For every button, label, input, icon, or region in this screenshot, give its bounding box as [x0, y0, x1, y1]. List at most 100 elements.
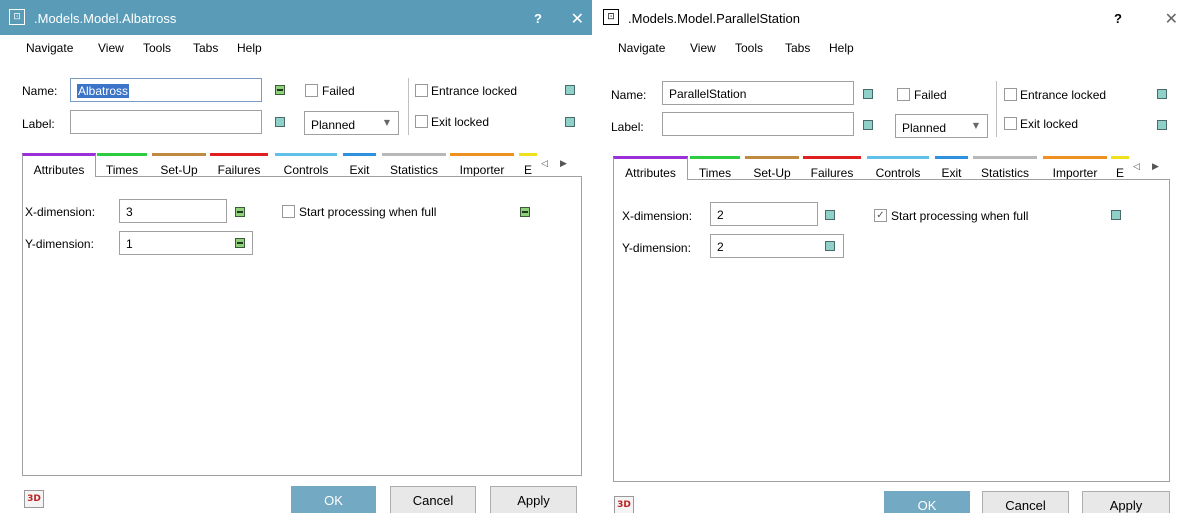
start-processing-indicator[interactable]: [520, 207, 530, 217]
tab-set-up[interactable]: Set-Up: [745, 156, 799, 180]
status-value: Planned: [902, 121, 947, 135]
label-input[interactable]: [662, 112, 854, 136]
menu-bar: Navigate View Tools Tabs Help: [594, 39, 1182, 57]
exit-locked-indicator[interactable]: [1157, 120, 1167, 130]
y-dimension-input[interactable]: 1: [119, 231, 253, 255]
exit-locked-label: Exit locked: [1020, 117, 1079, 131]
x-dimension-indicator[interactable]: [235, 207, 245, 217]
tab-attributes[interactable]: Attributes: [22, 153, 96, 177]
tab-strip: Attributes Times Set-Up Failures Control…: [22, 153, 582, 177]
tab-failures[interactable]: Failures: [803, 156, 861, 180]
tab-statistics[interactable]: Statistics: [973, 156, 1037, 180]
chevron-down-icon: ▼: [972, 121, 979, 130]
menu-view[interactable]: View: [690, 41, 716, 55]
dialog-parallelstation: ⊡ .Models.Model.ParallelStation ? ✕ Navi…: [594, 0, 1182, 513]
cancel-button[interactable]: Cancel: [982, 491, 1069, 513]
x-dimension-input[interactable]: 2: [710, 202, 818, 226]
label-inheritance-indicator[interactable]: [275, 117, 285, 127]
object-dialog-icon: ⊡: [603, 9, 619, 25]
dialog-albatross: ⊡ .Models.Model.Albatross ? ✕ Navigate V…: [0, 0, 592, 513]
y-dimension-input[interactable]: 2: [710, 234, 844, 258]
3d-button[interactable]: 3D: [614, 496, 634, 513]
chevron-down-icon: ▼: [383, 118, 390, 127]
tab-controls[interactable]: Controls: [867, 156, 929, 180]
close-icon[interactable]: ✕: [571, 9, 584, 28]
tab-times[interactable]: Times: [690, 156, 740, 180]
y-dimension-indicator[interactable]: [825, 241, 835, 251]
y-dimension-label: Y-dimension:: [25, 237, 94, 251]
menu-tabs[interactable]: Tabs: [785, 41, 810, 55]
entrance-locked-indicator[interactable]: [1157, 89, 1167, 99]
name-input[interactable]: Albatross: [70, 78, 262, 102]
exit-locked-checkbox[interactable]: [415, 115, 428, 128]
tab-exit[interactable]: Exit: [935, 156, 968, 180]
menu-help[interactable]: Help: [829, 41, 854, 55]
entrance-locked-checkbox[interactable]: [415, 84, 428, 97]
name-label: Name:: [611, 88, 647, 102]
help-button[interactable]: ?: [1114, 11, 1122, 26]
tab-failures[interactable]: Failures: [210, 153, 268, 177]
name-input[interactable]: ParallelStation: [662, 81, 854, 105]
attributes-panel: X-dimension: 3 Y-dimension: 1 Start proc…: [22, 176, 582, 476]
window-title: .Models.Model.Albatross: [34, 11, 177, 26]
label-label: Label:: [22, 117, 55, 131]
x-dimension-label: X-dimension:: [25, 205, 96, 219]
tab-exit[interactable]: Exit: [343, 153, 376, 177]
entrance-locked-label: Entrance locked: [1020, 88, 1107, 102]
tab-set-up[interactable]: Set-Up: [152, 153, 206, 177]
help-button[interactable]: ?: [534, 11, 542, 26]
x-dimension-indicator[interactable]: [825, 210, 835, 220]
menu-view[interactable]: View: [98, 41, 124, 55]
start-processing-checkbox[interactable]: ✓: [874, 209, 887, 222]
tab-scroll-right-icon[interactable]: ▶: [560, 159, 567, 169]
divider: [408, 78, 409, 135]
name-inheritance-indicator[interactable]: [275, 85, 285, 95]
tab-importer[interactable]: Importer: [1043, 156, 1107, 180]
apply-button[interactable]: Apply: [1082, 491, 1170, 513]
tab-attributes[interactable]: Attributes: [613, 156, 688, 180]
x-dimension-input[interactable]: 3: [119, 199, 227, 223]
tab-scroll-left-icon[interactable]: ◁: [1133, 162, 1140, 172]
exit-locked-indicator[interactable]: [565, 117, 575, 127]
start-processing-label: Start processing when full: [299, 205, 437, 219]
menu-bar: Navigate View Tools Tabs Help: [0, 39, 592, 57]
title-bar[interactable]: ⊡ .Models.Model.Albatross ? ✕: [0, 0, 592, 35]
menu-help[interactable]: Help: [237, 41, 262, 55]
apply-button[interactable]: Apply: [490, 486, 577, 513]
tab-statistics[interactable]: Statistics: [382, 153, 446, 177]
tab-controls[interactable]: Controls: [275, 153, 337, 177]
menu-tabs[interactable]: Tabs: [193, 41, 218, 55]
ok-button[interactable]: OK: [884, 491, 970, 513]
tab-truncated[interactable]: E: [1111, 156, 1129, 180]
cancel-button[interactable]: Cancel: [390, 486, 476, 513]
exit-locked-label: Exit locked: [431, 115, 490, 129]
y-dimension-indicator[interactable]: [235, 238, 245, 248]
tab-scroll-left-icon[interactable]: ◁: [541, 159, 548, 169]
exit-locked-checkbox[interactable]: [1004, 117, 1017, 130]
entrance-locked-indicator[interactable]: [565, 85, 575, 95]
start-processing-checkbox[interactable]: [282, 205, 295, 218]
title-bar[interactable]: ⊡ .Models.Model.ParallelStation ? ✕: [594, 0, 1182, 35]
start-processing-label: Start processing when full: [891, 209, 1029, 223]
window-title: .Models.Model.ParallelStation: [628, 11, 800, 26]
status-dropdown[interactable]: Planned ▼: [304, 111, 399, 135]
failed-checkbox[interactable]: [305, 84, 318, 97]
label-inheritance-indicator[interactable]: [863, 120, 873, 130]
entrance-locked-checkbox[interactable]: [1004, 88, 1017, 101]
tab-times[interactable]: Times: [97, 153, 147, 177]
tab-importer[interactable]: Importer: [450, 153, 514, 177]
name-inheritance-indicator[interactable]: [863, 89, 873, 99]
tab-scroll-right-icon[interactable]: ▶: [1152, 162, 1159, 172]
tab-truncated[interactable]: E: [519, 153, 537, 177]
label-input[interactable]: [70, 110, 262, 134]
menu-tools[interactable]: Tools: [735, 41, 763, 55]
failed-checkbox[interactable]: [897, 88, 910, 101]
menu-tools[interactable]: Tools: [143, 41, 171, 55]
menu-navigate[interactable]: Navigate: [618, 41, 665, 55]
ok-button[interactable]: OK: [291, 486, 376, 513]
close-icon[interactable]: ✕: [1165, 9, 1178, 28]
start-processing-indicator[interactable]: [1111, 210, 1121, 220]
3d-button[interactable]: 3D: [24, 490, 44, 508]
status-dropdown[interactable]: Planned ▼: [895, 114, 988, 138]
menu-navigate[interactable]: Navigate: [26, 41, 73, 55]
